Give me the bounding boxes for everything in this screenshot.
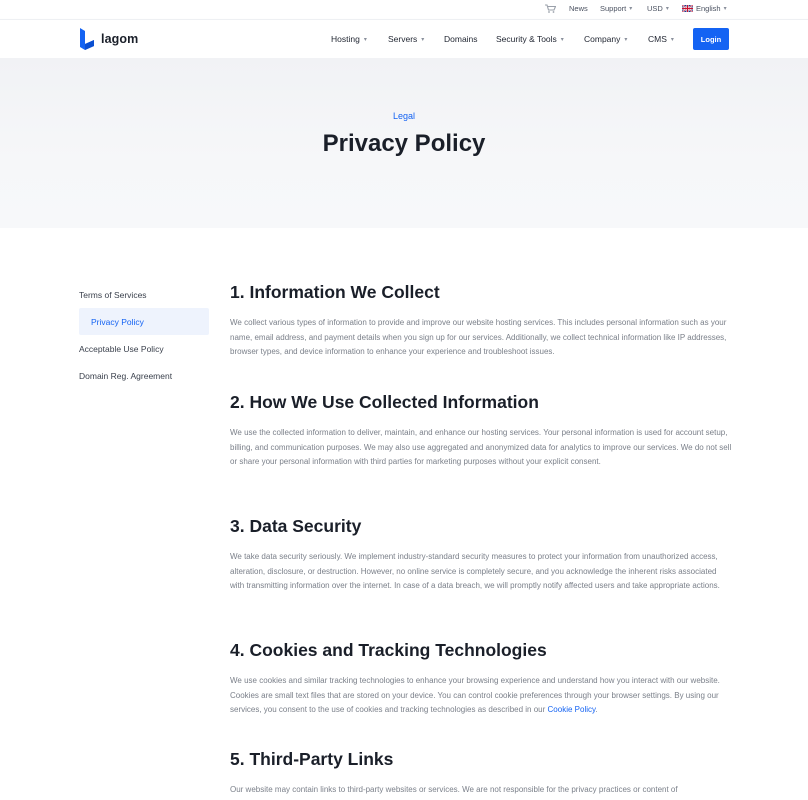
- section-body-end: .: [595, 705, 598, 715]
- nav-cms[interactable]: CMS ▾: [648, 34, 674, 44]
- policy-section: 5. Third-Party Links Our website may con…: [230, 747, 678, 798]
- currency-label: USD: [647, 4, 663, 13]
- support-label: Support: [600, 4, 627, 13]
- hero-eyebrow: Legal: [392, 111, 416, 121]
- nav-cms-label: CMS: [648, 34, 667, 44]
- login-button[interactable]: Login: [693, 28, 729, 50]
- nav-company[interactable]: Company ▾: [584, 34, 627, 44]
- uk-flag-icon: [682, 5, 693, 12]
- chevron-down-icon: ▾: [665, 6, 669, 12]
- section-body-text: We use cookies and similar tracking tech…: [230, 676, 720, 715]
- nav-hosting-label: Hosting: [331, 34, 360, 44]
- policy-section: 3. Data Security We take data security s…: [230, 514, 732, 594]
- page-hero: Legal Privacy Policy: [0, 58, 808, 228]
- chevron-down-icon: ▾: [723, 6, 727, 12]
- section-heading: 1. Information We Collect: [230, 282, 440, 302]
- chevron-down-icon: ▾: [421, 36, 425, 43]
- currency-dropdown[interactable]: USD ▾: [647, 4, 669, 13]
- language-label: English: [696, 4, 721, 13]
- nav-servers-label: Servers: [388, 34, 418, 44]
- section-heading: 3. Data Security: [230, 516, 362, 536]
- section-heading: 4. Cookies and Tracking Technologies: [230, 640, 547, 660]
- nav-company-label: Company: [584, 34, 621, 44]
- section-body: We use cookies and similar tracking tech…: [230, 674, 732, 718]
- policy-section: 2. How We Use Collected Information We u…: [230, 390, 732, 470]
- section-body: We take data security seriously. We impl…: [230, 552, 720, 591]
- nav-security-tools[interactable]: Security & Tools ▾: [496, 34, 564, 44]
- policy-section: 1. Information We Collect We collect var…: [230, 280, 732, 360]
- cart-icon[interactable]: [545, 4, 556, 13]
- section-body: We collect various types of information …: [230, 318, 727, 357]
- sidebar-item-terms-of-services[interactable]: Terms of Services: [79, 281, 209, 308]
- section-heading: 5. Third-Party Links: [230, 749, 394, 769]
- section-heading: 2. How We Use Collected Information: [230, 392, 539, 412]
- page-title: Privacy Policy: [322, 130, 486, 157]
- nav-domains-label: Domains: [444, 34, 478, 44]
- sidebar-item-privacy-policy[interactable]: Privacy Policy: [79, 308, 209, 335]
- logo-text: lagom: [101, 32, 139, 46]
- cookie-policy-link[interactable]: Cookie Policy: [548, 705, 596, 714]
- language-dropdown[interactable]: English ▾: [682, 4, 727, 13]
- chevron-down-icon: ▾: [363, 36, 367, 43]
- support-dropdown[interactable]: Support ▾: [600, 4, 632, 13]
- top-utility-bar: News Support ▾ USD ▾ English ▾: [0, 0, 808, 19]
- policy-section: 4. Cookies and Tracking Technologies We …: [230, 638, 732, 718]
- chevron-down-icon: ▾: [629, 6, 633, 12]
- chevron-down-icon: ▾: [560, 36, 564, 43]
- main-header: lagom Hosting ▾ Servers ▾ Domains Securi…: [0, 19, 808, 58]
- site-logo[interactable]: lagom: [79, 28, 138, 50]
- legal-sidebar: Terms of Services Privacy Policy Accepta…: [79, 281, 209, 389]
- nav-servers[interactable]: Servers ▾: [388, 34, 424, 44]
- nav-security-tools-label: Security & Tools: [496, 34, 557, 44]
- news-label: News: [569, 4, 588, 13]
- chevron-down-icon: ▾: [624, 36, 628, 43]
- sidebar-item-acceptable-use-policy[interactable]: Acceptable Use Policy: [79, 335, 209, 362]
- chevron-down-icon: ▾: [670, 36, 674, 43]
- news-link[interactable]: News: [569, 4, 588, 13]
- lagom-logo-mark: [80, 28, 94, 50]
- nav-hosting[interactable]: Hosting ▾: [331, 34, 367, 44]
- nav-domains[interactable]: Domains: [444, 34, 478, 44]
- sidebar-item-domain-reg-agreement[interactable]: Domain Reg. Agreement: [79, 362, 209, 389]
- section-body: Our website may contain links to third-p…: [230, 785, 678, 794]
- section-body: We use the collected information to deli…: [230, 428, 732, 467]
